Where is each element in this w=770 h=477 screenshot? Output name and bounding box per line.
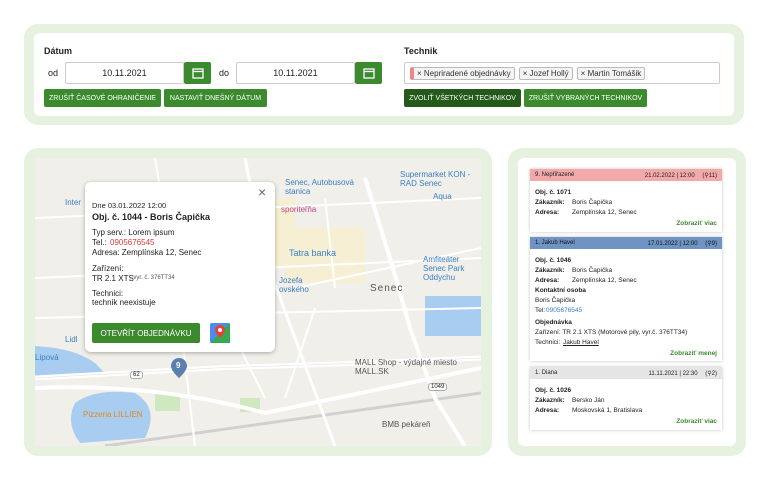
address-label: Adresa: [535, 407, 560, 414]
card-header-right: 17.01.2022 | 12:00 (⚲9) [647, 240, 717, 247]
card-title: Obj. č. 1026 [535, 387, 572, 394]
card-header-right: 21.02.2022 | 12:00 (⚲11) [644, 172, 717, 179]
map-label: Tatra banka [289, 248, 337, 258]
card-header-left: 9. Nepřiřazené [535, 172, 575, 178]
card-header-left: 1. Jakub Havel [535, 240, 575, 246]
road-badge: 1049 [428, 383, 448, 391]
map-label: Jozefa ovského [279, 276, 309, 294]
card-title: Obj. č. 1046 [535, 257, 572, 264]
date-to-calendar-button[interactable] [355, 62, 382, 84]
map-label: Senec [370, 283, 404, 294]
order-label: Objednávka [535, 319, 572, 326]
contact-tel-label: Tel: [535, 307, 546, 314]
map-label: BMB pekáreň [382, 420, 431, 429]
date-from-calendar-button[interactable] [184, 62, 211, 84]
map-label: Pizzeria LILLIEN [83, 410, 143, 419]
from-label: od [48, 68, 59, 78]
clear-time-range-button[interactable]: ZRUŠIŤ ČASOVÉ OHRANIČENIE [44, 89, 161, 107]
customer-value: Bersko Ján [572, 397, 605, 404]
popup-device: TR 2.1 XTS [92, 274, 134, 283]
technician-select[interactable]: × Nepriradené objednávky × Jozef Hollý ×… [404, 62, 720, 84]
customer-value: Boris Čapička [572, 267, 613, 274]
google-maps-icon[interactable] [210, 323, 230, 343]
contact-name: Boris Čapička [535, 297, 576, 304]
to-label: do [219, 68, 230, 78]
card-title: Obj. č. 1071 [535, 189, 572, 196]
open-order-button[interactable]: OTEVŘÍT OBJEDNÁVKU [92, 323, 200, 343]
map-label: Lipová [35, 353, 59, 362]
order-card[interactable]: 1. Jakub Havel 17.01.2022 | 12:00 (⚲9) O… [530, 237, 722, 361]
popup-phone-label: Tel.: [92, 238, 107, 247]
tech-link[interactable]: Jakub Havel [563, 339, 599, 346]
map-label: Amfiteáter Senec Park Oddychu [423, 255, 465, 282]
popup-tech-value: technik neexistuje [92, 298, 156, 307]
popup-service-type: Typ serv.: Lorem ipsum [92, 228, 175, 237]
calendar-icon [362, 68, 375, 79]
map-label: Senec, Autobusová stanica [285, 178, 354, 196]
date-label: Dátum [44, 46, 73, 56]
show-more-link[interactable]: Zobraziť viac [676, 220, 717, 227]
popup-tech-label: Technici: [92, 289, 124, 298]
select-all-technicians-button[interactable]: ZVOLIŤ VŠETKÝCH TECHNIKOV [404, 89, 521, 107]
address-value: Zemplínska 12, Senec [572, 209, 637, 216]
contact-label: Kontaktní osoba [535, 287, 586, 294]
address-label: Adresa: [535, 209, 560, 216]
technician-tag[interactable]: × Martin Tomášik [576, 66, 646, 80]
popup-title: Obj. č. 1044 - Boris Čapička [92, 212, 211, 222]
order-card[interactable]: 9. Nepřiřazené 21.02.2022 | 12:00 (⚲11) … [530, 169, 722, 232]
calendar-icon [191, 68, 204, 79]
date-to-input[interactable]: 10.11.2021 [236, 62, 355, 84]
map-label: sporiteľňa [281, 205, 317, 214]
map-pin-label: 9 [176, 361, 181, 370]
set-today-button[interactable]: NASTAVIŤ DNEŠNÝ DÁTUM [164, 89, 267, 107]
show-less-link[interactable]: Zobraziť menej [670, 350, 717, 357]
tech-label: Technici: [535, 339, 561, 346]
address-value: Zemplínska 12, Senec [572, 277, 637, 284]
road-badge: 62 [130, 371, 143, 379]
pin-count-badge: (⚲9) [705, 240, 717, 247]
popup-close-button[interactable]: × [258, 184, 266, 200]
popup-phone[interactable]: 0905676545 [110, 238, 155, 247]
customer-label: Zákazník: [535, 397, 565, 404]
customer-value: Boris Čapička [572, 199, 613, 206]
popup-address: Adresa: Zemplínska 12, Senec [92, 248, 202, 257]
technician-label: Technik [404, 46, 438, 56]
popup-date: Dne 03.01.2022 12:00 [92, 201, 167, 210]
pin-count-badge: (⚲2) [705, 370, 717, 377]
contact-tel[interactable]: 0905676545 [546, 307, 582, 314]
address-label: Adresa: [535, 277, 560, 284]
clear-selected-technicians-button[interactable]: ZRUŠIŤ VYBRANÝCH TECHNIKOV [524, 89, 647, 107]
popup-device-label: Zařízení: [92, 264, 124, 273]
date-from-input[interactable]: 10.11.2021 [65, 62, 184, 84]
map-label: Lidl [65, 335, 78, 344]
customer-label: Zákazník: [535, 199, 565, 206]
show-more-link[interactable]: Zobraziť viac [676, 418, 717, 425]
card-header-right: 11.11.2021 | 22:30 (⚲2) [648, 370, 717, 377]
technician-tag[interactable]: × Nepriradené objednávky [410, 66, 515, 80]
popup-device-serial: , vyr. č. 376TT34 [130, 275, 175, 281]
card-header-left: 1. Diana [535, 370, 558, 376]
map-label: MALL Shop - výdajné miesto MALL.SK [355, 358, 457, 376]
device-info: Zařízení: TR 2.1 XTS (Motorové pily, vyr… [535, 329, 688, 336]
map-label: Supermarket KON - RAD Senec [400, 170, 471, 188]
map-label: Inter [65, 198, 82, 207]
map-label: Aqua [433, 192, 452, 201]
technician-tag[interactable]: × Jozef Hollý [518, 66, 573, 80]
address-value: Moskovská 1, Bratislava [572, 407, 643, 414]
order-card[interactable]: 1. Diana 11.11.2021 | 22:30 (⚲2) Obj. č.… [530, 367, 722, 430]
customer-label: Zákazník: [535, 267, 565, 274]
pin-count-badge: (⚲11) [702, 172, 717, 179]
